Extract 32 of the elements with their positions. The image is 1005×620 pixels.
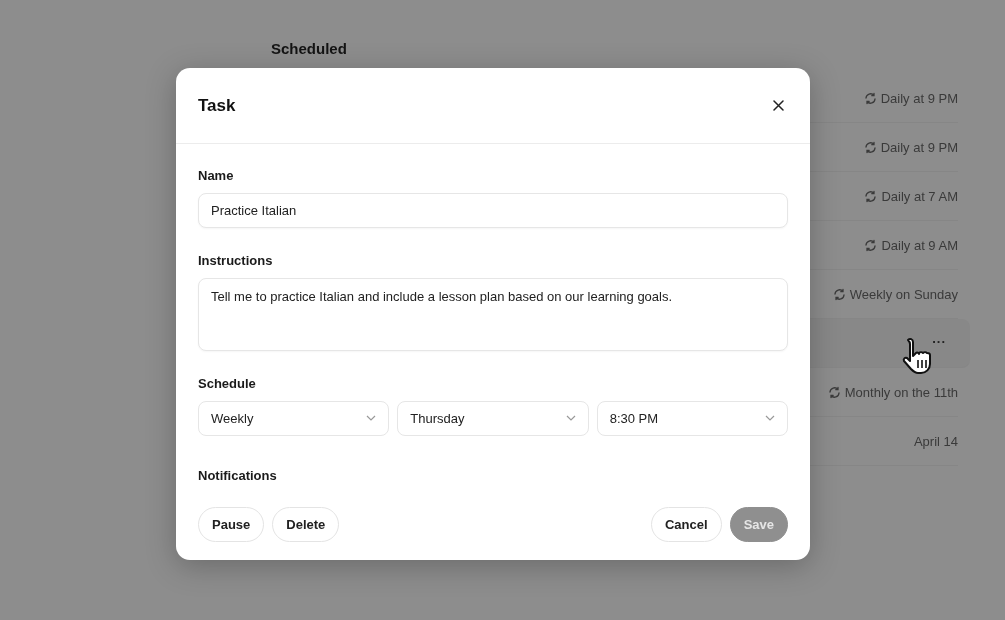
- schedule-text: Daily at 7 AM: [881, 188, 958, 204]
- more-button[interactable]: ...: [932, 330, 946, 346]
- dropdown[interactable]: Weekly: [198, 401, 390, 436]
- close-icon: [773, 100, 784, 111]
- schedule-text: Daily at 9 PM: [880, 139, 958, 155]
- field-label: Name: [198, 168, 235, 183]
- schedule-text: Daily at 9 PM: [880, 90, 958, 106]
- chevron-icon: [765, 415, 775, 422]
- name-field[interactable]: Practice Italian: [198, 193, 788, 228]
- repeat-icon: [864, 189, 877, 203]
- schedule-text: Weekly on Sunday: [849, 286, 958, 302]
- schedule-text: Monthly on the 11th: [844, 384, 958, 400]
- cancel-button[interactable]: Cancel: [651, 507, 722, 542]
- repeat-icon: [832, 287, 845, 301]
- field-label: Notifications: [198, 468, 278, 483]
- chevron-icon: [565, 415, 576, 422]
- schedule-text: Daily at 9 AM: [881, 237, 958, 253]
- repeat-icon: [863, 140, 876, 154]
- schedule-text: April 14: [913, 433, 958, 449]
- repeat-icon: [827, 385, 840, 399]
- action-button[interactable]: Pause: [198, 507, 265, 542]
- chevron-icon: [366, 415, 377, 422]
- action-button[interactable]: Delete: [272, 507, 340, 542]
- repeat-icon: [863, 91, 876, 105]
- repeat-icon: [864, 238, 877, 252]
- instructions-field[interactable]: Tell me to practice Italian and include a lesson plan based on our learning goals.: [198, 278, 788, 351]
- dropdown[interactable]: 8:30 PM: [596, 401, 788, 436]
- page-title: Scheduled: [271, 40, 348, 59]
- dropdown[interactable]: Thursday: [397, 401, 589, 436]
- field-label: Instructions: [198, 253, 274, 268]
- dialog-title: Task: [198, 95, 236, 116]
- field-label: Schedule: [198, 376, 257, 391]
